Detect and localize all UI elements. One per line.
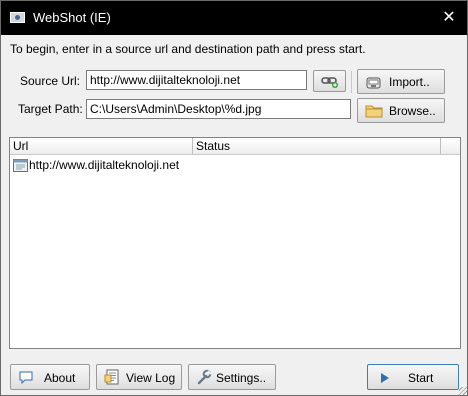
wrench-icon	[197, 369, 212, 385]
link-icon	[321, 77, 338, 88]
play-icon	[381, 373, 389, 383]
folder-icon	[365, 105, 383, 118]
source-url-label: Source Url:	[20, 74, 81, 88]
instructions-text: To begin, enter in a source url and dest…	[10, 42, 366, 56]
toolbar-separator	[351, 71, 352, 93]
webshot-window: WebShot (IE) ✕ To begin, enter in a sour…	[0, 0, 468, 396]
url-list[interactable]: Url Status http://www.dijitalteknoloji.n…	[9, 137, 461, 349]
speech-bubble-icon	[19, 371, 33, 385]
browse-button[interactable]: Browse..	[357, 98, 445, 123]
about-button-label: About	[44, 371, 76, 385]
resize-grip[interactable]	[459, 387, 467, 395]
target-path-input[interactable]: C:\Users\Admin\Desktop\%d.jpg	[86, 99, 351, 119]
import-button[interactable]: Import..	[357, 69, 445, 94]
camera-icon	[10, 12, 25, 23]
target-path-label: Target Path:	[18, 102, 83, 116]
import-button-label: Import..	[389, 75, 430, 89]
source-url-input[interactable]: http://www.dijitalteknoloji.net	[86, 70, 307, 90]
settings-button[interactable]: Settings..	[188, 364, 276, 390]
column-header-status[interactable]: Status	[193, 138, 441, 154]
list-item-url: http://www.dijitalteknoloji.net	[29, 158, 180, 172]
title-bar: WebShot (IE) ✕	[1, 1, 467, 35]
column-header-url[interactable]: Url	[10, 138, 193, 154]
view-log-button[interactable]: View Log	[96, 364, 182, 390]
close-button[interactable]: ✕	[438, 7, 460, 29]
view-log-button-label: View Log	[126, 371, 176, 385]
webpage-icon	[13, 159, 28, 172]
start-button[interactable]: Start	[367, 364, 459, 390]
start-button-label: Start	[408, 371, 434, 385]
log-icon	[104, 369, 119, 385]
list-header: Url Status	[10, 138, 460, 155]
window-title: WebShot (IE)	[33, 10, 111, 25]
add-link-button[interactable]	[313, 70, 346, 92]
settings-button-label: Settings..	[216, 371, 267, 385]
import-icon	[366, 77, 381, 89]
browse-button-label: Browse..	[389, 104, 436, 118]
about-button[interactable]: About	[10, 364, 90, 390]
